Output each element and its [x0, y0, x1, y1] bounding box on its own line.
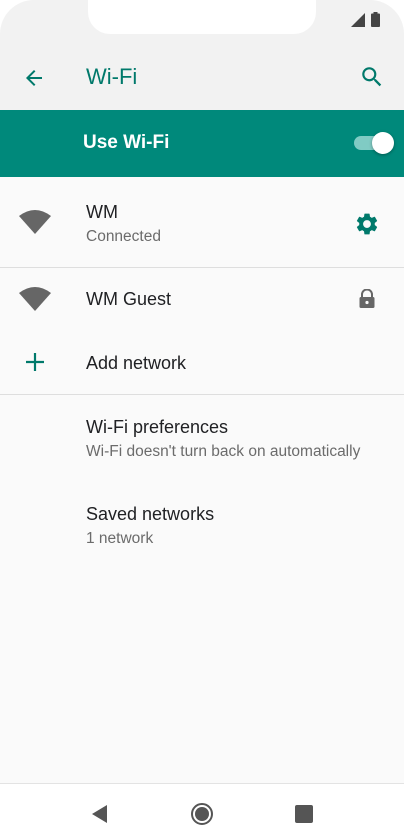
- network-status: Connected: [86, 228, 161, 245]
- wifi-preferences-title: Wi-Fi preferences: [86, 417, 229, 437]
- add-network-row[interactable]: Add network: [0, 331, 404, 394]
- nav-back-icon: [92, 805, 107, 823]
- page-title: Wi-Fi: [86, 64, 138, 89]
- display-notch: [88, 0, 316, 34]
- back-button[interactable]: [18, 62, 50, 94]
- nav-home-button[interactable]: [188, 800, 216, 828]
- wifi-preferences-row[interactable]: Wi-Fi preferences Wi-Fi doesn't turn bac…: [0, 395, 404, 482]
- phone-screen: Wi-Fi Use Wi-Fi WM Connected WM Guest Ad…: [0, 0, 404, 840]
- wifi-signal-icon: [19, 287, 51, 311]
- nav-recents-button[interactable]: [290, 800, 318, 828]
- search-icon: [362, 67, 382, 87]
- plus-icon: [26, 353, 44, 371]
- network-row-wm-guest[interactable]: WM Guest: [0, 268, 404, 331]
- network-name: WM: [86, 202, 118, 222]
- use-wifi-toggle[interactable]: [352, 132, 394, 154]
- network-settings-button[interactable]: [352, 209, 382, 239]
- status-bar: [0, 0, 404, 44]
- search-button[interactable]: [356, 61, 388, 93]
- saved-networks-title: Saved networks: [86, 504, 215, 524]
- settings-gear-icon: [356, 213, 378, 235]
- nav-home-icon: [191, 803, 213, 825]
- app-bar: Wi-Fi: [0, 44, 404, 110]
- network-name: WM Guest: [86, 289, 172, 309]
- add-network-label: Add network: [86, 353, 187, 373]
- lock-icon: [359, 289, 375, 308]
- arrow-back-icon: [26, 70, 42, 86]
- cell-signal-icon: [351, 12, 365, 27]
- wifi-preferences-summary: Wi-Fi doesn't turn back on automatically: [86, 443, 361, 460]
- saved-networks-row[interactable]: Saved networks 1 network: [0, 482, 404, 569]
- nav-recents-icon: [295, 805, 313, 823]
- system-navigation-bar: [0, 783, 404, 840]
- toggle-thumb: [372, 132, 394, 154]
- use-wifi-switch-bar[interactable]: Use Wi-Fi: [0, 110, 404, 177]
- saved-networks-summary: 1 network: [86, 530, 154, 547]
- wifi-signal-icon: [19, 210, 51, 234]
- battery-icon: [371, 12, 380, 27]
- use-wifi-label: Use Wi-Fi: [83, 132, 170, 153]
- nav-back-button[interactable]: [86, 800, 114, 828]
- network-row-wm[interactable]: WM Connected: [0, 177, 404, 267]
